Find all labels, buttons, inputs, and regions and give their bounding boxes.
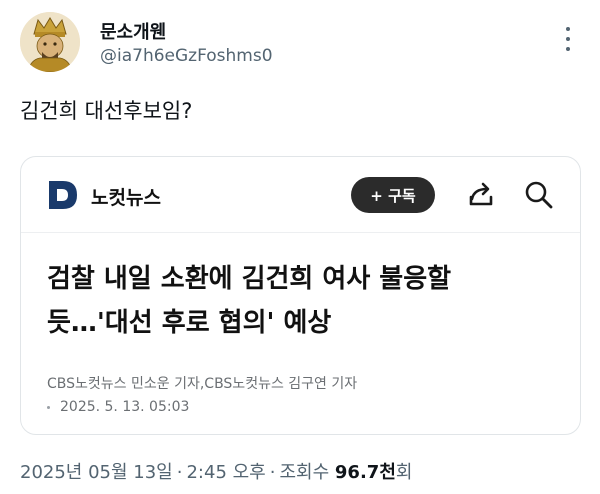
article-date-text: 2025. 5. 13. 05:03 [60,399,190,415]
subscribe-button[interactable]: + 구독 [351,177,435,213]
search-icon[interactable] [523,179,555,211]
author-handle[interactable]: @ia7h6eGzFoshms0 [100,46,273,66]
article-headline[interactable]: 검찰 내일 소환에 김건희 여사 불응할 듯…'대선 후로 협의' 예상 [47,257,567,345]
date-bullet-icon [47,405,50,409]
views-label: 조회수 [279,462,330,483]
headline-line-1: 검찰 내일 소환에 김건희 여사 불응할 [47,264,452,294]
tweet-meta: 2025년 05월 13일 · 2:45 오후 · 조회수 96.7천회 [20,458,412,484]
meta-separator: · [269,462,276,483]
tweet-text: 김건희 대선후보임? [20,99,193,123]
nocut-logo-icon [49,181,77,209]
headline-line-2: 듯…'대선 후로 협의' 예상 [47,308,332,338]
tweet-date[interactable]: 2025년 05월 13일 [20,462,173,483]
meta-separator: · [176,462,183,483]
views-count: 96.7천 [334,462,396,483]
article-byline: CBS노컷뉴스 민소운 기자,CBS노컷뉴스 김구연 기자 [47,376,358,392]
avatar-image [20,12,80,72]
card-header: 노컷뉴스 + 구독 [21,157,580,233]
author-display-name[interactable]: 문소개웬 [100,18,166,44]
more-options-icon[interactable] [560,24,576,54]
link-card[interactable]: 노컷뉴스 + 구독 검찰 내일 소환에 김건희 여사 불응할 듯…'대선 후로 … [20,156,581,435]
site-name: 노컷뉴스 [91,187,161,209]
tweet-time[interactable]: 2:45 오후 [186,462,265,483]
views-suffix: 회 [395,462,413,483]
article-date: 2025. 5. 13. 05:03 [47,399,189,415]
share-icon[interactable] [465,179,497,211]
avatar[interactable] [20,12,80,72]
